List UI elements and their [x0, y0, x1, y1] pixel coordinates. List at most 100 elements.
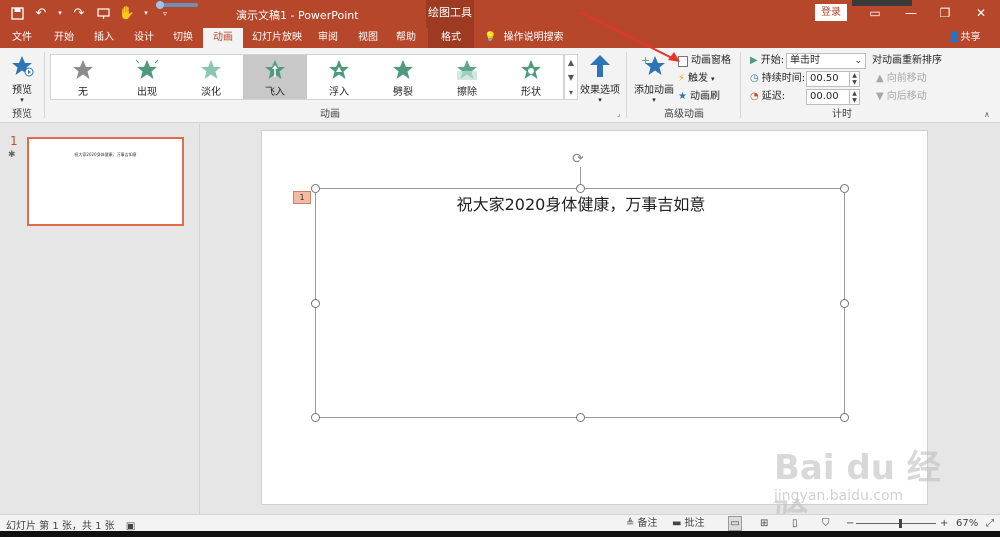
move-later-button[interactable]: ▼ 向后移动: [876, 89, 927, 105]
zoom-out-icon[interactable]: −: [846, 516, 854, 531]
zoom-in-icon[interactable]: +: [940, 516, 948, 531]
animation-float-in[interactable]: 浮入: [307, 55, 371, 99]
text-box[interactable]: 祝大家2020身体健康，万事吉如意: [311, 184, 849, 422]
resize-handle[interactable]: [311, 299, 320, 308]
animation-appear[interactable]: 出现: [115, 55, 179, 99]
animation-split[interactable]: 劈裂: [371, 55, 435, 99]
slide-thumbnail[interactable]: 祝大家2020身体健康，万事吉如意: [27, 137, 184, 226]
status-bar: 幻灯片 第 1 张，共 1 张 ▣ ≜ 备注 ▬ 批注 ▭ ⊞ ▯ ⛉ − + …: [0, 514, 1000, 532]
animation-wipe[interactable]: 擦除: [435, 55, 499, 99]
animation-painter-button[interactable]: ★ 动画刷: [678, 89, 720, 105]
tab-insert[interactable]: 插入: [86, 28, 122, 48]
resize-handle[interactable]: [576, 413, 585, 422]
effect-options-button[interactable]: 效果选项 ▾: [580, 54, 620, 104]
animation-gallery: 无 出现 淡化 飞入 浮入 劈裂 擦除 形状: [50, 54, 564, 100]
tab-animations[interactable]: 动画: [203, 28, 243, 48]
up-arrow-small-icon: ▲: [876, 73, 884, 84]
lightning-icon: ⚡: [678, 73, 686, 84]
save-icon[interactable]: [8, 4, 26, 22]
tell-me-search[interactable]: 💡 操作说明搜索: [484, 28, 564, 48]
tab-help[interactable]: 帮助: [390, 28, 422, 48]
collapse-ribbon-icon[interactable]: ∧: [984, 110, 990, 119]
svg-text:+: +: [641, 54, 650, 67]
zoom-slider[interactable]: [856, 519, 936, 528]
resize-handle[interactable]: [840, 299, 849, 308]
redo-icon[interactable]: ↷: [70, 4, 88, 22]
close-icon[interactable]: ✕: [966, 3, 996, 23]
ribbon-display-options-icon[interactable]: ▭: [860, 3, 890, 23]
trigger-button[interactable]: ⚡ 触发 ▾: [678, 71, 715, 87]
comment-icon: ▬: [672, 518, 682, 529]
chevron-down-icon[interactable]: ⌄: [854, 54, 862, 68]
resize-handle[interactable]: [576, 184, 585, 193]
animation-pane-button[interactable]: 动画窗格: [678, 53, 731, 69]
undo-icon[interactable]: ↶: [32, 4, 50, 22]
normal-view-icon[interactable]: ▭: [728, 516, 742, 531]
reading-view-icon[interactable]: ▯: [792, 516, 798, 531]
dialog-launcher-icon[interactable]: ⌟: [617, 110, 620, 118]
animation-order-tag[interactable]: 1: [293, 191, 311, 204]
tab-view[interactable]: 视图: [352, 28, 384, 48]
minimize-icon[interactable]: —: [896, 3, 926, 23]
slideshow-view-icon[interactable]: ⛉: [822, 516, 830, 531]
rotate-handle-icon[interactable]: ⟳: [570, 151, 586, 167]
undo-dropdown-icon[interactable]: ▾: [56, 4, 64, 22]
add-animation-button[interactable]: + 添加动画 ▾: [632, 54, 676, 104]
touch-mode-icon[interactable]: ✋: [118, 4, 136, 22]
duration-spinner[interactable]: ▲ ▼: [849, 72, 859, 86]
animation-label: 浮入: [329, 87, 349, 98]
gallery-down-icon[interactable]: ▼: [565, 70, 577, 85]
tab-home[interactable]: 开始: [46, 28, 82, 48]
resize-handle[interactable]: [311, 413, 320, 422]
start-slideshow-icon[interactable]: [94, 4, 112, 22]
delay-input[interactable]: 00.00 ▲ ▼: [806, 89, 860, 105]
separator: [626, 52, 627, 118]
slide-thumbnail-pane: 1 ✱ 祝大家2020身体健康，万事吉如意: [0, 124, 200, 514]
trigger-label: 触发: [688, 73, 709, 84]
play-icon: ▶: [750, 55, 758, 66]
separator: [740, 52, 741, 118]
duration-value: 00.50: [810, 73, 839, 84]
animation-label: 无: [78, 87, 88, 98]
login-button[interactable]: 登录: [815, 4, 847, 21]
duration-input[interactable]: 00.50 ▲ ▼: [806, 71, 860, 87]
add-animation-dropdown-icon: ▾: [652, 96, 656, 104]
notes-button[interactable]: ≜ 备注: [626, 516, 657, 531]
preview-button[interactable]: 预览 ▾: [6, 54, 38, 104]
touch-dropdown-icon[interactable]: ▾: [142, 4, 150, 22]
animation-painter-label: 动画刷: [689, 91, 720, 102]
animation-none[interactable]: 无: [51, 55, 115, 99]
gallery-more-icon[interactable]: ▾: [565, 85, 577, 100]
zoom-level[interactable]: 67%: [956, 516, 978, 531]
taskbar-edge: [0, 531, 1000, 537]
slide-text[interactable]: 祝大家2020身体健康，万事吉如意: [316, 191, 846, 215]
move-earlier-button[interactable]: ▲ 向前移动: [876, 71, 927, 87]
animation-shape[interactable]: 形状: [499, 55, 563, 99]
tab-review[interactable]: 审阅: [312, 28, 344, 48]
restore-icon[interactable]: ❐: [930, 3, 960, 23]
delay-spinner[interactable]: ▲ ▼: [849, 90, 859, 104]
move-earlier-label: 向前移动: [886, 73, 927, 84]
customize-toolbar-icon[interactable]: ▿: [156, 4, 174, 22]
resize-handle[interactable]: [311, 184, 320, 193]
tab-design[interactable]: 设计: [126, 28, 162, 48]
resize-handle[interactable]: [840, 413, 849, 422]
tab-transitions[interactable]: 切换: [165, 28, 201, 48]
tab-file[interactable]: 文件: [4, 28, 40, 48]
delay-value: 00.00: [810, 91, 839, 102]
animation-fade[interactable]: 淡化: [179, 55, 243, 99]
tab-slideshow[interactable]: 幻灯片放映: [246, 28, 308, 48]
share-button[interactable]: 👤共享: [948, 28, 980, 48]
gallery-scroll[interactable]: ▲ ▼ ▾: [564, 54, 578, 100]
animation-pane-label: 动画窗格: [691, 55, 731, 66]
fit-to-window-icon[interactable]: ⤢: [986, 516, 994, 531]
zoom-slider-thumb[interactable]: [898, 519, 902, 528]
start-select[interactable]: 单击时 ⌄: [786, 53, 866, 69]
person-icon: 👤: [948, 32, 961, 43]
slide-sorter-icon[interactable]: ⊞: [760, 516, 768, 531]
gallery-up-icon[interactable]: ▲: [565, 55, 577, 70]
comments-button[interactable]: ▬ 批注: [672, 516, 704, 531]
tab-format[interactable]: 格式: [428, 28, 474, 48]
animation-fly-in[interactable]: 飞入: [243, 55, 307, 99]
resize-handle[interactable]: [840, 184, 849, 193]
